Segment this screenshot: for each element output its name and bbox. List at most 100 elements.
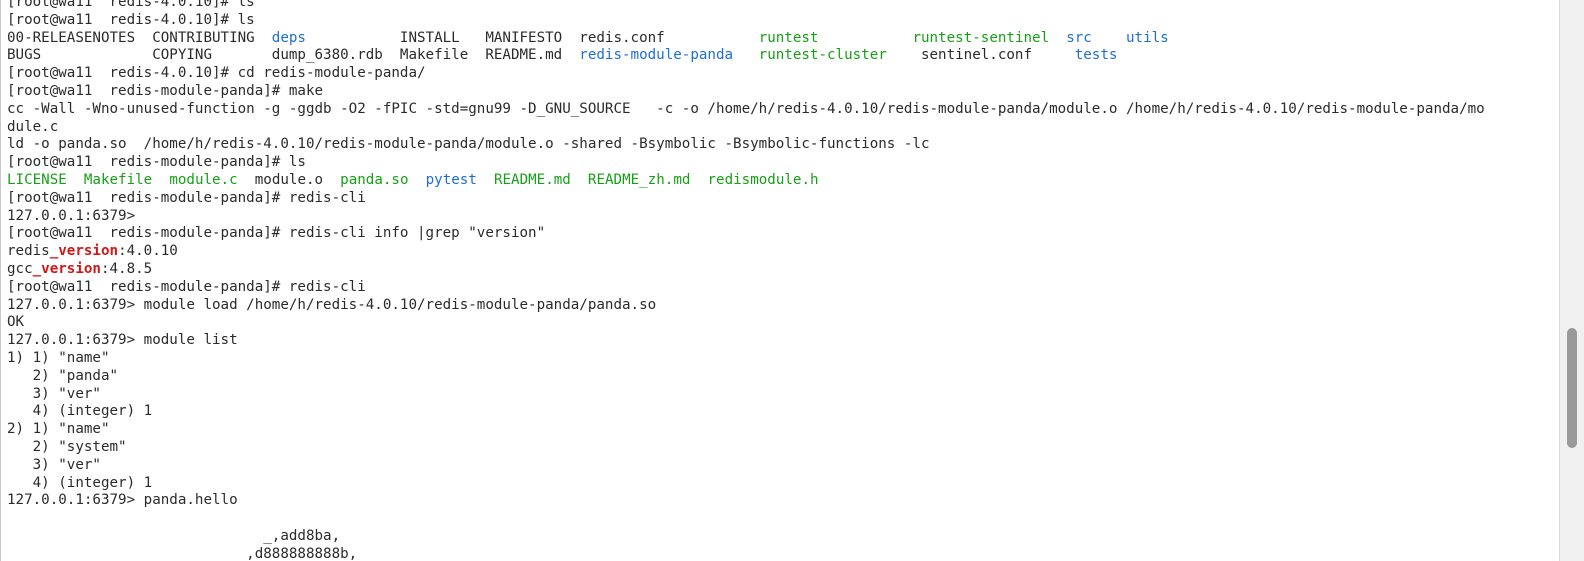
terminal-text-segment: pytest: [425, 171, 477, 188]
terminal-text-segment: runtest-cluster: [758, 47, 887, 64]
terminal-text-segment: module.c: [169, 171, 238, 188]
terminal-text-segment: 4) (integer) 1: [7, 474, 153, 491]
terminal-text-segment: utils: [1126, 29, 1169, 46]
terminal-text-segment: _,add8ba,: [7, 527, 341, 544]
terminal-line: 127.0.0.1:6379> module list: [7, 332, 1555, 350]
terminal-line: [7, 510, 1555, 528]
terminal-text-segment: 2) "panda": [7, 367, 119, 384]
terminal-text-segment: :4.8.5: [100, 260, 153, 277]
terminal-text-segment: runtest: [758, 29, 819, 46]
terminal-text-segment: cc -Wall -Wno-unused-function -g -ggdb -…: [7, 100, 1485, 117]
terminal-line: [root@wa11 redis-4.0.10]# ls: [7, 12, 1555, 30]
terminal-text-segment: 1) 1) "name": [7, 349, 110, 366]
terminal-text-segment: 2) 1) "name": [7, 421, 110, 438]
terminal-text-segment: 3) "ver": [7, 456, 101, 473]
terminal-text-segment: 2) "system": [7, 438, 127, 455]
terminal-text-segment: gcc: [7, 260, 33, 277]
terminal-text-segment: 127.0.0.1:6379> module list: [7, 332, 238, 349]
terminal-line: [root@wa11 redis-module-panda]# redis-cl…: [7, 279, 1555, 297]
terminal-text-segment: :4.0.10: [118, 243, 178, 260]
terminal-text-segment: 00-RELEASENOTES CONTRIBUTING: [7, 29, 272, 46]
terminal-text-segment: OK: [7, 314, 25, 331]
terminal-text-segment: [root@wa11 redis-4.0.10]# cd redis-modul…: [7, 65, 426, 82]
terminal-line: 127.0.0.1:6379> panda.hello: [7, 492, 1555, 510]
terminal-text-segment: 4) (integer) 1: [7, 403, 153, 420]
terminal-text-segment: panda.so: [340, 171, 409, 188]
terminal-line: 1) 1) "name": [7, 350, 1555, 368]
terminal-text-segment: [root@wa11 redis-module-panda]# make: [7, 82, 324, 99]
terminal-line: 4) (integer) 1: [7, 475, 1555, 493]
terminal-line: 127.0.0.1:6379>: [7, 208, 1555, 226]
terminal-line: [root@wa11 redis-module-panda]# ls: [7, 154, 1555, 172]
terminal-text-segment: redismodule.h: [707, 171, 819, 188]
terminal-line: [root@wa11 redis-module-panda]# redis-cl…: [7, 190, 1555, 208]
terminal-line: 00-RELEASENOTES CONTRIBUTING deps INSTAL…: [7, 30, 1555, 48]
scrollbar-thumb[interactable]: [1567, 328, 1577, 448]
terminal-text-segment: ,d888888888b,: [7, 545, 358, 561]
terminal-line: OK: [7, 314, 1555, 332]
vertical-scrollbar[interactable]: [1559, 0, 1584, 561]
terminal-line: 2) 1) "name": [7, 421, 1555, 439]
terminal-text-segment: redis: [7, 243, 50, 260]
terminal-line: _,add8ba,: [7, 528, 1555, 546]
terminal-line: 3) "ver": [7, 386, 1555, 404]
terminal-text-segment: tests: [1074, 47, 1118, 64]
terminal-text-segment: README_zh.md: [587, 171, 691, 188]
terminal-text-segment: [root@wa11 redis-module-panda]# redis-cl…: [7, 278, 366, 295]
terminal-text-segment: [root@wa11 redis-4.0.10]# ls: [7, 0, 255, 10]
terminal-text-segment: 127.0.0.1:6379> module load /home/h/redi…: [7, 296, 657, 313]
terminal-text-segment: BUGS COPYING dump_6380.rdb Makefile READ…: [7, 47, 580, 64]
terminal-line: 2) "panda": [7, 368, 1555, 386]
terminal-line: [root@wa11 redis-module-panda]# redis-cl…: [7, 225, 1555, 243]
terminal-window[interactable]: [root@wa11 redis-4.0.10]# ls [root@wa11 r…: [0, 0, 1561, 561]
terminal-text-segment: ld -o panda.so /home/h/redis-4.0.10/redi…: [7, 136, 930, 153]
terminal-line: dule.c: [7, 119, 1555, 137]
terminal-line: cc -Wall -Wno-unused-function -g -ggdb -…: [7, 101, 1555, 119]
terminal-text-segment: runtest-sentinel: [912, 29, 1050, 46]
terminal-text-segment: INSTALL MANIFESTO redis.conf: [305, 29, 759, 46]
terminal-text-segment: deps: [271, 29, 306, 46]
terminal-line: [root@wa11 redis-module-panda]# make: [7, 83, 1555, 101]
terminal-line: [root@wa11 redis-4.0.10]# cd redis-modul…: [7, 65, 1555, 83]
terminal-line: 2) "system": [7, 439, 1555, 457]
terminal-text-segment: module.o: [237, 171, 341, 188]
terminal-text-segment: Makefile: [83, 171, 153, 188]
terminal-line: [root@wa11 redis-4.0.10]# ls: [7, 0, 1555, 12]
terminal-line: 127.0.0.1:6379> module load /home/h/redi…: [7, 297, 1555, 315]
terminal-text-segment: 127.0.0.1:6379>: [7, 207, 136, 224]
terminal-line: 4) (integer) 1: [7, 403, 1555, 421]
terminal-text-segment: [root@wa11 redis-module-panda]# redis-cl…: [7, 189, 366, 206]
terminal-text-segment: dule.c: [7, 118, 59, 135]
terminal-line: ,d888888888b,: [7, 546, 1555, 561]
terminal-output: [root@wa11 redis-4.0.10]# ls [root@wa11 r…: [7, 0, 1555, 561]
terminal-line: redis_version:4.0.10: [7, 243, 1555, 261]
terminal-line: ld -o panda.so /home/h/redis-4.0.10/redi…: [7, 136, 1555, 154]
terminal-text-segment: [root@wa11 redis-module-panda]# ls: [7, 154, 306, 171]
terminal-text-segment: _version: [32, 260, 101, 277]
terminal-text-segment: LICENSE: [7, 171, 67, 188]
terminal-text-segment: [root@wa11 redis-4.0.10]# ls: [7, 11, 255, 28]
terminal-text-segment: README.md: [493, 171, 571, 188]
terminal-text-segment: src: [1066, 29, 1092, 46]
terminal-line: gcc_version:4.8.5: [7, 261, 1555, 279]
terminal-text-segment: _version: [49, 243, 119, 260]
terminal-line: BUGS COPYING dump_6380.rdb Makefile READ…: [7, 47, 1555, 65]
terminal-line: LICENSE Makefile module.c module.o panda…: [7, 172, 1555, 190]
terminal-text-segment: sentinel.conf: [886, 47, 1075, 64]
terminal-text-segment: 127.0.0.1:6379> panda.hello: [7, 492, 238, 509]
terminal-text-segment: 3) "ver": [7, 385, 101, 402]
terminal-line: 3) "ver": [7, 457, 1555, 475]
terminal-text-segment: [root@wa11 redis-module-panda]# redis-cl…: [7, 225, 546, 242]
terminal-text-segment: redis-module-panda: [579, 47, 734, 64]
